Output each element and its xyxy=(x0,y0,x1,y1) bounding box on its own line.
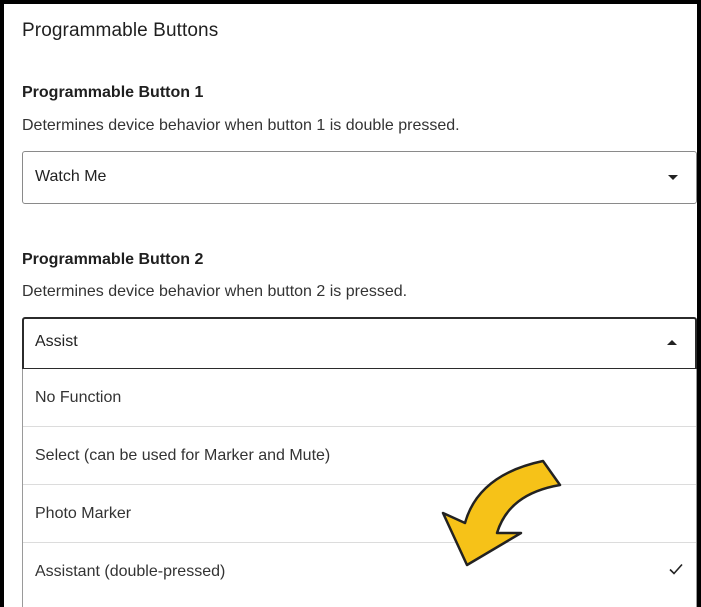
option-label: Assistant (double-pressed) xyxy=(35,563,226,580)
button2-select-value: Assist xyxy=(35,333,78,350)
button1-title: Programmable Button 1 xyxy=(22,84,204,101)
button2-dropdown-menu: No Function Select (can be used for Mark… xyxy=(22,369,697,607)
button1-select[interactable]: Watch Me xyxy=(22,151,697,204)
dropdown-option-select[interactable]: Select (can be used for Marker and Mute) xyxy=(23,427,696,485)
checkmark-icon xyxy=(669,563,683,575)
curved-arrow-icon xyxy=(441,459,562,567)
button2-description: Determines device behavior when button 2… xyxy=(22,283,408,300)
option-label: Photo Marker xyxy=(35,505,132,522)
chevron-down-icon xyxy=(668,175,678,180)
dropdown-option-assistant[interactable]: Assistant (double-pressed) xyxy=(23,543,696,600)
option-label: Select (can be used for Marker and Mute) xyxy=(35,447,331,464)
option-label: No Function xyxy=(35,389,122,406)
button1-description: Determines device behavior when button 1… xyxy=(22,117,460,134)
button1-select-value: Watch Me xyxy=(35,168,107,185)
chevron-up-icon xyxy=(667,340,677,345)
dropdown-option-no-function[interactable]: No Function xyxy=(23,369,696,427)
button2-select[interactable]: Assist xyxy=(22,317,697,370)
button2-title: Programmable Button 2 xyxy=(22,251,204,268)
dropdown-option-photo-marker[interactable]: Photo Marker xyxy=(23,485,696,543)
section-title: Programmable Buttons xyxy=(22,20,219,41)
